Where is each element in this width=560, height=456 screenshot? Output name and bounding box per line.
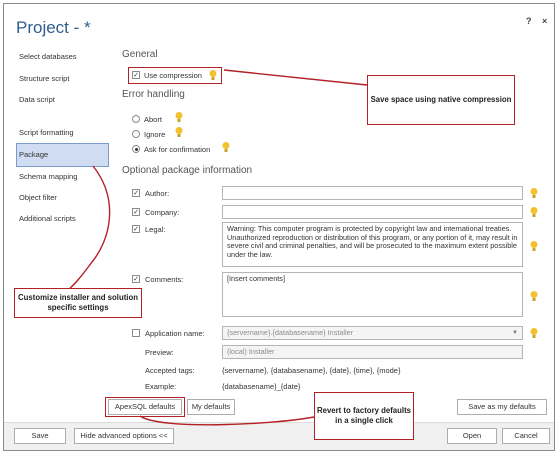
revert-connector-line [139,415,315,426]
annotation-connectors [69,69,368,426]
compression-connector-line [223,69,368,86]
installer-callout: Customize installer and solution specifi… [14,288,142,318]
compression-callout: Save space using native compression [367,75,515,125]
installer-connector-line [69,165,111,289]
revert-callout: Revert to factory defaults in a single c… [314,392,414,440]
